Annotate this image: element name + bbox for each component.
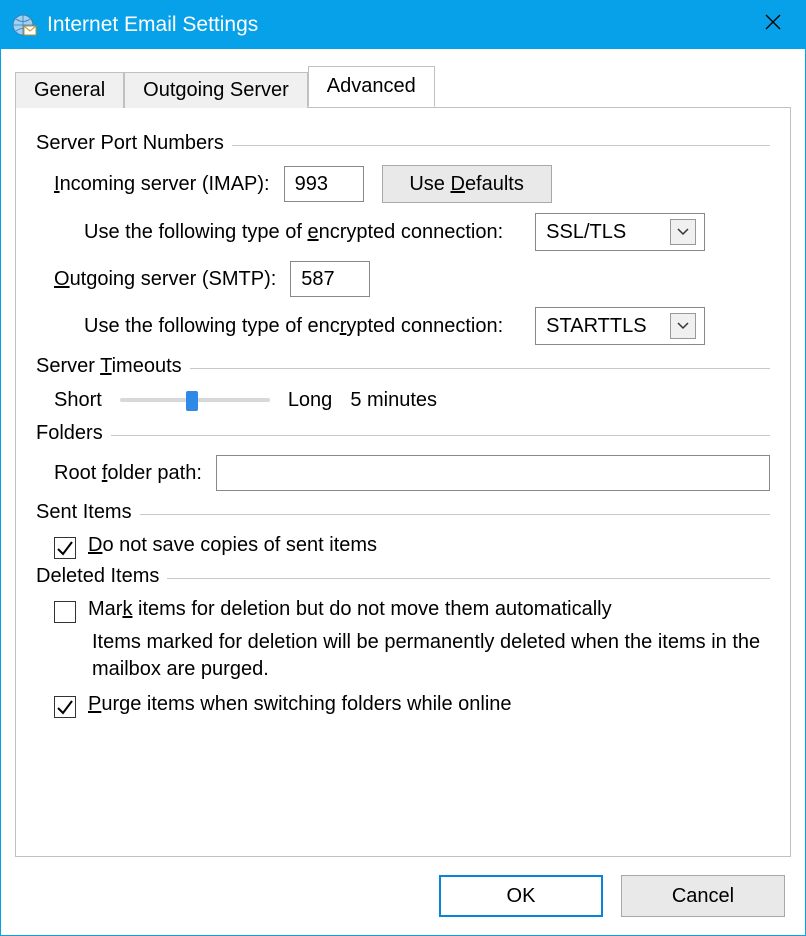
close-icon (764, 13, 782, 37)
section-title: Folders (36, 422, 103, 445)
outgoing-port-field[interactable] (290, 261, 370, 297)
section-folders: Folders Root folder path: (36, 422, 770, 491)
mark-for-deletion-checkbox[interactable] (54, 601, 76, 623)
checkbox-label: Do not save copies of sent items (88, 534, 377, 557)
section-title: Server Port Numbers (36, 132, 224, 155)
cancel-button[interactable]: Cancel (621, 875, 785, 917)
tab-outgoing-server[interactable]: Outgoing Server (124, 72, 308, 108)
row-incoming-port: Incoming server (IMAP): Use Defaults (36, 165, 770, 203)
section-header: Server Timeouts (36, 355, 770, 378)
checkbox-label: Mark items for deletion but do not move … (88, 598, 612, 621)
slider-long-label: Long (288, 389, 333, 412)
row-incoming-encryption: Use the following type of encrypted conn… (36, 213, 770, 251)
section-title: Server Timeouts (36, 355, 182, 378)
tab-label: General (34, 79, 105, 101)
slider-thumb[interactable] (186, 391, 198, 411)
section-server-timeouts: Server Timeouts Short Long 5 minutes (36, 355, 770, 412)
outgoing-encryption-select[interactable]: STARTTLS (535, 307, 705, 345)
root-folder-path-label: Root folder path: (54, 462, 202, 485)
row-outgoing-port: Outgoing server (SMTP): (36, 261, 770, 297)
select-value: STARTTLS (546, 315, 646, 338)
section-title: Deleted Items (36, 565, 159, 588)
section-header: Sent Items (36, 501, 770, 524)
tab-panel-advanced: Server Port Numbers Incoming server (IMA… (15, 107, 791, 857)
rule (111, 435, 770, 436)
row-purge-on-switch: Purge items when switching folders while… (36, 693, 770, 716)
section-server-port-numbers: Server Port Numbers Incoming server (IMA… (36, 132, 770, 345)
checkbox-label: Purge items when switching folders while… (88, 693, 512, 716)
rule (190, 368, 770, 369)
button-label: OK (507, 885, 536, 907)
chevron-down-icon (670, 313, 696, 339)
row-root-folder-path: Root folder path: (36, 455, 770, 491)
incoming-encryption-select[interactable]: SSL/TLS (535, 213, 705, 251)
tab-bar: General Outgoing Server Advanced (15, 63, 791, 107)
use-defaults-button[interactable]: Use Defaults (382, 165, 552, 203)
section-header: Folders (36, 422, 770, 445)
section-header: Deleted Items (36, 565, 770, 588)
timeout-slider[interactable] (120, 388, 270, 412)
section-deleted-items: Deleted Items Mark items for deletion bu… (36, 565, 770, 716)
row-do-not-save-sent: Do not save copies of sent items (36, 534, 770, 557)
section-header: Server Port Numbers (36, 132, 770, 155)
row-outgoing-encryption: Use the following type of encrypted conn… (36, 307, 770, 345)
purge-on-switch-checkbox[interactable] (54, 696, 76, 718)
row-timeout-slider: Short Long 5 minutes (36, 388, 770, 412)
close-button[interactable] (741, 1, 805, 49)
ok-button[interactable]: OK (439, 875, 603, 917)
slider-short-label: Short (54, 389, 102, 412)
tab-label: Outgoing Server (143, 79, 289, 101)
tab-general[interactable]: General (15, 72, 124, 108)
row-mark-for-deletion: Mark items for deletion but do not move … (36, 598, 770, 621)
incoming-server-label: Incoming server (IMAP): (54, 173, 270, 196)
checkmark-icon (56, 698, 74, 716)
incoming-encryption-label: Use the following type of encrypted conn… (84, 221, 503, 244)
outgoing-encryption-label: Use the following type of encrypted conn… (84, 315, 503, 338)
rule (167, 578, 770, 579)
dialog-window: Internet Email Settings General Outgoing… (0, 0, 806, 936)
dialog-footer: OK Cancel (15, 857, 791, 921)
select-value: SSL/TLS (546, 221, 626, 244)
dialog-body: General Outgoing Server Advanced Server … (1, 49, 805, 935)
do-not-save-sent-checkbox[interactable] (54, 537, 76, 559)
globe-mail-icon (11, 12, 37, 38)
titlebar: Internet Email Settings (1, 1, 805, 49)
rule (140, 514, 770, 515)
timeout-value-label: 5 minutes (350, 389, 437, 412)
section-sent-items: Sent Items Do not save copies of sent it… (36, 501, 770, 557)
outgoing-server-label: Outgoing server (SMTP): (54, 268, 276, 291)
chevron-down-icon (670, 219, 696, 245)
root-folder-path-field[interactable] (216, 455, 770, 491)
window-title: Internet Email Settings (47, 13, 258, 37)
button-label: Cancel (672, 885, 734, 907)
checkmark-icon (56, 539, 74, 557)
tab-label: Advanced (327, 75, 416, 97)
rule (232, 145, 770, 146)
tab-advanced[interactable]: Advanced (308, 66, 435, 107)
section-title: Sent Items (36, 501, 132, 524)
incoming-port-field[interactable] (284, 166, 364, 202)
deletion-note: Items marked for deletion will be perman… (36, 629, 770, 683)
